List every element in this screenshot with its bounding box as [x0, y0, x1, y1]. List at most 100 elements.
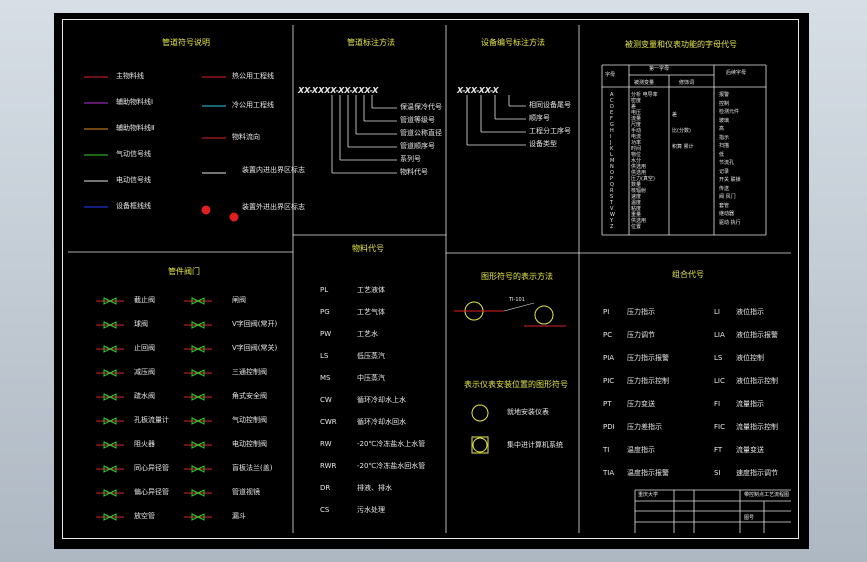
combo-name: 流量指示控制: [736, 423, 778, 431]
letter-modifier: 差: [672, 112, 678, 118]
materials-title: 物料代号: [352, 244, 384, 253]
letter-succeeding: 扫描: [719, 143, 730, 149]
valve-label: 闸阀: [232, 296, 246, 304]
title-block-name: 带控制点工艺流程图: [744, 492, 790, 498]
combo-name: 液位指示: [736, 308, 764, 316]
material-name: 循环冷却水回水: [357, 418, 406, 426]
letter-succeeding: 阀 风门: [719, 194, 736, 200]
valve-label: 截止阀: [134, 296, 155, 304]
instrument-circle: [534, 305, 554, 325]
combos-title: 组合代号: [672, 270, 704, 279]
title-block-no: 图号: [744, 515, 755, 521]
legend-item-label: 设备框线线: [116, 202, 151, 210]
place-local-label: 就地安装仪表: [507, 408, 549, 416]
pipe-part-label: 管道等级号: [400, 116, 435, 124]
place-dcs-label: 集中进计算机系统: [507, 441, 563, 449]
combo-name: 流量指示: [736, 400, 764, 408]
combo-code: SI: [714, 469, 721, 477]
material-code: CS: [320, 506, 330, 514]
valve-label: 偏心异径管: [134, 488, 169, 496]
letter-succeeding: 开关 联锁: [719, 177, 741, 183]
combo-name: 温度指示报警: [627, 469, 669, 477]
valve-label: 管道视镜: [232, 488, 260, 496]
valve-label: 放空管: [134, 512, 155, 520]
letter-succeeding: 指示: [719, 134, 730, 141]
combo-code: PDI: [603, 423, 615, 431]
letter-succeeding: 检测元件: [719, 109, 740, 115]
equip-part-label: 工程分工序号: [529, 127, 571, 135]
letters-subheader: 修饰词: [679, 80, 695, 86]
letters-header: 字母: [605, 72, 616, 78]
letters-header: 第一字母: [649, 66, 670, 72]
legend-item-label: 热公用工程线: [232, 72, 274, 80]
combo-name: 液位控制: [736, 354, 764, 362]
valve-label: 孔板流量计: [134, 416, 169, 424]
valve-label: 电动控制阀: [232, 440, 267, 448]
valve-label: 减压阀: [134, 368, 155, 376]
combo-code: LI: [714, 308, 720, 316]
title-block-school: 重庆大学: [638, 492, 659, 498]
combo-name: 压力指示: [627, 308, 655, 316]
combo-name: 压力指示控制: [627, 377, 669, 385]
letter-succeeding: 继动器: [719, 211, 735, 217]
combo-name: 压力调节: [627, 331, 655, 339]
drawing-sheet: 管道符号说明 主物料线 辅助物料线Ⅰ 辅助物料线Ⅱ 气动信号线 电动信号线 设备框线线 热公…: [54, 13, 809, 549]
material-name: 工艺水: [357, 330, 378, 338]
valve-label: 止回阀: [134, 344, 155, 352]
combo-name: 压力指示报警: [627, 354, 669, 362]
combo-code: TIA: [603, 469, 615, 477]
letters-header: 后续字母: [726, 70, 747, 76]
legend-item-label: 辅助物料线Ⅱ: [116, 124, 155, 132]
instrument-method-title: 图形符号的表示方法: [481, 272, 553, 281]
combo-code: PT: [603, 400, 612, 408]
pipe-label-code: XX-XXXX-XX-XXX-X: [298, 86, 379, 95]
letter-succeeding: 玻璃: [719, 117, 730, 124]
material-name: 污水处理: [357, 506, 385, 514]
combo-name: 速度指示调节: [736, 469, 778, 477]
material-name: 工艺液体: [357, 286, 385, 294]
material-name: 中压蒸汽: [357, 374, 385, 382]
legend-item-label: 冷公用工程线: [232, 101, 274, 109]
valve-label: 疏水阀: [134, 392, 155, 400]
tag-leader: [503, 302, 535, 312]
material-name: 循环冷却水上水: [357, 396, 406, 404]
material-code: PG: [320, 308, 330, 316]
combo-code: PI: [603, 308, 610, 316]
combo-name: 压力差指示: [627, 423, 662, 431]
material-name: -20℃冷冻盐水回水管: [357, 462, 426, 470]
valve-label: 三通控制阀: [232, 368, 267, 376]
combo-code: LIC: [714, 377, 725, 385]
instrument-tag: TI-101: [509, 297, 525, 303]
combo-code: TI: [603, 446, 610, 454]
offsite-symbol: [201, 205, 211, 215]
letter-succeeding: 传送: [719, 185, 730, 192]
combo-name: 流量变送: [736, 446, 764, 454]
local-instrument-symbol: [471, 404, 489, 422]
pipe-label-title: 管道标注方法: [347, 38, 395, 47]
material-name: 低压蒸汽: [357, 352, 385, 360]
legend-title: 管道符号说明: [162, 38, 210, 47]
valve-label: 盲板法兰(盖): [232, 464, 273, 472]
combo-code: FT: [714, 446, 723, 454]
material-code: MS: [320, 374, 331, 382]
valve-label: 气动控制阀: [232, 416, 267, 424]
material-code: DR: [320, 484, 331, 492]
equip-part-label: 顺序号: [529, 114, 550, 122]
legend-item-label: 装置内进出界区标志: [242, 166, 305, 174]
pipe-part-label: 物料代号: [400, 168, 428, 176]
instrument-place-title: 表示仪表安装位置的图形符号: [464, 380, 568, 389]
valve-label: 角式安全阀: [232, 392, 267, 400]
legend-item-label: 辅助物料线Ⅰ: [116, 98, 154, 106]
letter-succeeding: 报警: [719, 92, 730, 98]
legend-item-label: 主物料线: [116, 72, 144, 80]
combo-name: 压力变送: [627, 400, 655, 408]
combo-code: PC: [603, 331, 613, 339]
equip-part-label: 相同设备尾号: [529, 101, 571, 109]
pipe-part-label: 管道公称直径: [400, 129, 442, 137]
valve-label: 阻火器: [134, 440, 155, 448]
combo-name: 温度指示: [627, 446, 655, 454]
combo-name: 液位指示控制: [736, 377, 778, 385]
material-name: -20℃冷冻盐水上水管: [357, 440, 426, 448]
valve-label: V字回阀(常开): [232, 320, 278, 328]
material-name: 工艺气体: [357, 308, 385, 316]
